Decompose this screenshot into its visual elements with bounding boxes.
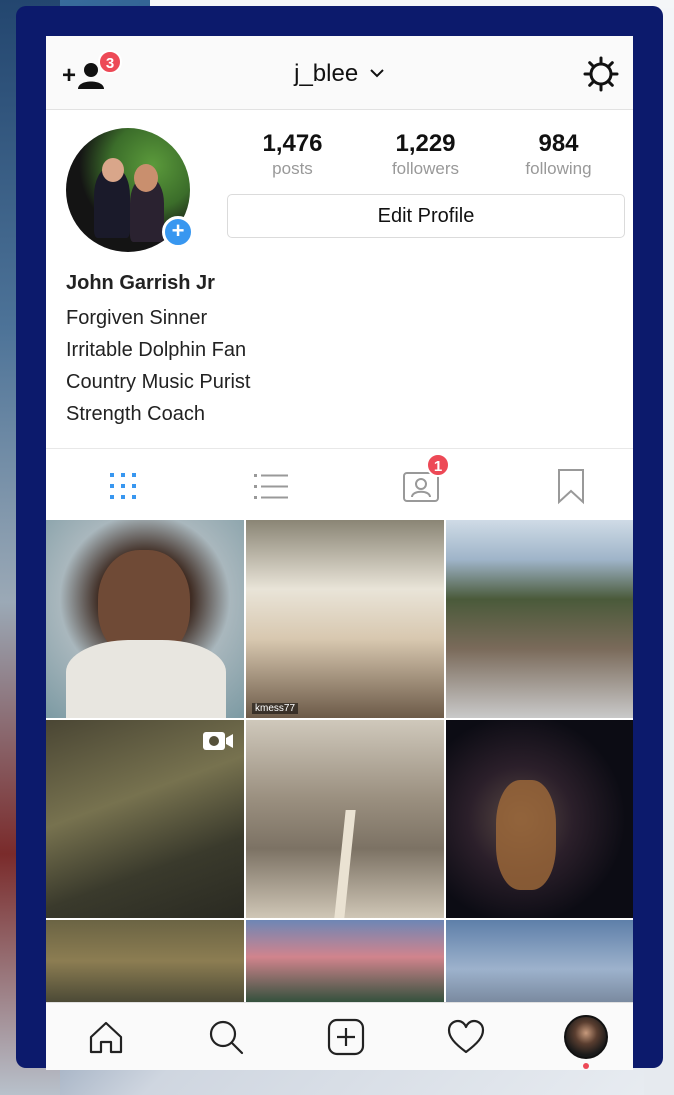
- tagged-tab[interactable]: 1: [402, 453, 450, 505]
- following-count[interactable]: 984 following: [492, 130, 625, 179]
- profile-stats: 1,476 posts 1,229 followers 984 followin…: [226, 130, 626, 180]
- photo-thumbnail[interactable]: [46, 920, 244, 1002]
- gear-icon[interactable]: [583, 56, 619, 92]
- stat-label: posts: [272, 159, 313, 178]
- video-icon: [203, 732, 233, 750]
- avatar-head-1: [102, 158, 124, 182]
- bookmark-icon[interactable]: [552, 467, 590, 505]
- photo-thumbnail[interactable]: [246, 720, 444, 918]
- stat-value: 1,229: [395, 130, 456, 157]
- list-icon[interactable]: [252, 467, 290, 505]
- stat-value: 984: [538, 130, 579, 157]
- bio-line: Strength Coach: [66, 403, 205, 425]
- video-thumbnail[interactable]: [46, 720, 244, 918]
- grid-icon[interactable]: [104, 467, 142, 505]
- photo-grid: kmess77: [46, 520, 633, 1002]
- photo-subject-shirt: [66, 640, 226, 718]
- profile-tabs: 1: [46, 448, 633, 520]
- add-story-button[interactable]: +: [162, 216, 194, 248]
- chevron-down-icon: [370, 69, 384, 78]
- avatar-head-2: [134, 164, 158, 192]
- stat-value: 1,476: [262, 130, 323, 157]
- profile-header: + 3 j_blee: [46, 36, 633, 110]
- photo-thumbnail[interactable]: [246, 920, 444, 1002]
- bio-line: Irritable Dolphin Fan: [66, 339, 247, 361]
- profile-activity-dot: [583, 1063, 589, 1069]
- edit-profile-button[interactable]: Edit Profile: [227, 194, 625, 238]
- full-name: John Garrish Jr: [66, 272, 215, 294]
- tagged-badge: 1: [426, 453, 450, 477]
- followers-count[interactable]: 1,229 followers: [359, 130, 492, 179]
- photo-road: [334, 810, 356, 918]
- phone-screen: + 3 j_blee + 1,476 posts 1,229 followers…: [46, 36, 633, 1070]
- photo-thumbnail[interactable]: kmess77: [246, 520, 444, 718]
- bio-line: Country Music Purist: [66, 371, 251, 393]
- photo-thumbnail[interactable]: [446, 920, 633, 1002]
- photo-credit: kmess77: [252, 703, 299, 714]
- username-label: j_blee: [294, 60, 359, 87]
- photo-thumbnail[interactable]: [446, 720, 633, 918]
- profile-tab-avatar[interactable]: [564, 1015, 608, 1059]
- heart-icon[interactable]: [446, 1017, 486, 1057]
- stat-label: followers: [391, 159, 460, 178]
- bio-line: Forgiven Sinner: [66, 307, 208, 329]
- photo-guitar: [496, 780, 556, 890]
- bottom-navigation: [46, 1002, 633, 1070]
- add-post-icon[interactable]: [326, 1017, 366, 1057]
- bio: Forgiven Sinner Irritable Dolphin Fan Co…: [66, 302, 251, 430]
- posts-count[interactable]: 1,476 posts: [226, 130, 359, 179]
- home-icon[interactable]: [86, 1017, 126, 1057]
- photo-thumbnail[interactable]: [46, 520, 244, 718]
- stat-label: following: [525, 159, 592, 178]
- photo-thumbnail[interactable]: [446, 520, 633, 718]
- search-icon[interactable]: [206, 1017, 246, 1057]
- username-switcher[interactable]: j_blee: [46, 60, 633, 88]
